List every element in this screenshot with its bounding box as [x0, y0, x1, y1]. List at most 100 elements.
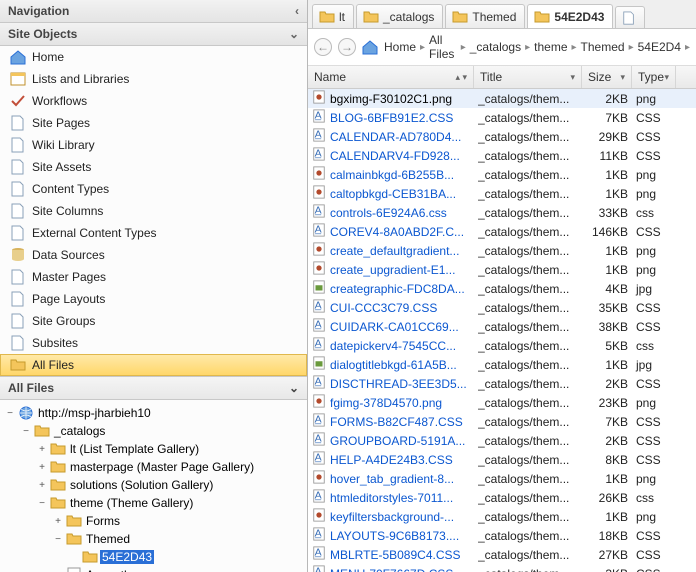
tree-item[interactable]: −Themed	[4, 530, 303, 548]
tree-item[interactable]: −_catalogs	[4, 422, 303, 440]
collapse-icon[interactable]: −	[4, 407, 16, 419]
file-row[interactable]: calmainbkgd-6B255B..._catalogs/them...1K…	[308, 165, 696, 184]
collapse-icon[interactable]: −	[36, 497, 48, 509]
expand-icon[interactable]: +	[36, 479, 48, 491]
file-row[interactable]: fgimg-378D4570.png_catalogs/them...23KBp…	[308, 393, 696, 412]
sidebar-item-workflows[interactable]: Workflows	[0, 90, 307, 112]
navigation-header[interactable]: Navigation ‹	[0, 0, 307, 23]
tree-item[interactable]: −theme (Theme Gallery)	[4, 494, 303, 512]
file-row[interactable]: CUIDARK-CA01CC69..._catalogs/them...38KB…	[308, 317, 696, 336]
sidebar-item-external-content-types[interactable]: External Content Types	[0, 222, 307, 244]
breadcrumb-item[interactable]: Themed	[581, 40, 625, 54]
file-row[interactable]: CUI-CCC3C79.CSS_catalogs/them...35KBCSS	[308, 298, 696, 317]
file-row[interactable]: MBLRTE-5B089C4.CSS_catalogs/them...27KBC…	[308, 545, 696, 564]
all-files-header[interactable]: All Files ⌄	[0, 376, 307, 400]
breadcrumb-item[interactable]: 54E2D4	[638, 40, 681, 54]
expand-icon[interactable]: +	[36, 461, 48, 473]
file-name-link[interactable]: htmleditorstyles-7011...	[330, 491, 453, 505]
tree-item[interactable]: +solutions (Solution Gallery)	[4, 476, 303, 494]
file-row[interactable]: MENU-70F7667D.CSS_catalogs/them...3KBCSS	[308, 564, 696, 572]
sidebar-item-master-pages[interactable]: Master Pages	[0, 266, 307, 288]
file-name-link[interactable]: controls-6E924A6.css	[330, 206, 447, 220]
back-button[interactable]: ←	[314, 38, 332, 56]
file-name-link[interactable]: LAYOUTS-9C6B8173....	[330, 529, 459, 543]
column-header-size[interactable]: Size▾	[582, 66, 632, 88]
tab-54e2d43[interactable]: 54E2D43	[527, 4, 613, 28]
file-name-link[interactable]: CUIDARK-CA01CC69...	[330, 320, 459, 334]
sidebar-item-all-files[interactable]: All Files	[0, 354, 307, 376]
file-row[interactable]: controls-6E924A6.css_catalogs/them...33K…	[308, 203, 696, 222]
file-name-link[interactable]: datepickerv4-7545CC...	[330, 339, 456, 353]
file-row[interactable]: create_defaultgradient..._catalogs/them.…	[308, 241, 696, 260]
file-name-link[interactable]: BLOG-6BFB91E2.CSS	[330, 111, 453, 125]
file-name-link[interactable]: CALENDAR-AD780D4...	[330, 130, 461, 144]
breadcrumb-item[interactable]: _catalogs	[470, 40, 521, 54]
file-name-link[interactable]: keyfiltersbackground-...	[330, 510, 454, 524]
sidebar-item-site-groups[interactable]: Site Groups	[0, 310, 307, 332]
file-name-link[interactable]: DISCTHREAD-3EE3D5...	[330, 377, 467, 391]
file-name-link[interactable]: HELP-A4DE24B3.CSS	[330, 453, 453, 467]
file-row[interactable]: dialogtitlebkgd-61A5B..._catalogs/them..…	[308, 355, 696, 374]
file-row[interactable]: creategraphic-FDC8DA..._catalogs/them...…	[308, 279, 696, 298]
breadcrumb-item[interactable]: All Files	[429, 33, 457, 61]
file-name-link[interactable]: calmainbkgd-6B255B...	[330, 168, 454, 182]
sidebar-item-page-layouts[interactable]: Page Layouts	[0, 288, 307, 310]
file-row[interactable]: LAYOUTS-9C6B8173...._catalogs/them...18K…	[308, 526, 696, 545]
file-row[interactable]: DISCTHREAD-3EE3D5..._catalogs/them...2KB…	[308, 374, 696, 393]
file-row[interactable]: keyfiltersbackground-..._catalogs/them..…	[308, 507, 696, 526]
breadcrumb-item[interactable]: Home	[384, 40, 416, 54]
file-row[interactable]: bgximg-F30102C1.png_catalogs/them...2KBp…	[308, 89, 696, 108]
file-row[interactable]: create_upgradient-E1..._catalogs/them...…	[308, 260, 696, 279]
file-name-link[interactable]: creategraphic-FDC8DA...	[330, 282, 465, 296]
sidebar-item-subsites[interactable]: Subsites	[0, 332, 307, 354]
file-row[interactable]: htmleditorstyles-7011..._catalogs/them..…	[308, 488, 696, 507]
file-row[interactable]: HELP-A4DE24B3.CSS_catalogs/them...8KBCSS	[308, 450, 696, 469]
tree-item[interactable]: +Forms	[4, 512, 303, 530]
file-row[interactable]: BLOG-6BFB91E2.CSS_catalogs/them...7KBCSS	[308, 108, 696, 127]
column-header-type[interactable]: Type▾	[632, 66, 676, 88]
expand-icon[interactable]: +	[52, 515, 64, 527]
file-row[interactable]: caltopbkgd-CEB31BA..._catalogs/them...1K…	[308, 184, 696, 203]
file-row[interactable]: CALENDARV4-FD928..._catalogs/them...11KB…	[308, 146, 696, 165]
file-name-link[interactable]: bgximg-F30102C1.png	[330, 92, 452, 106]
tree-item[interactable]: 54E2D43	[4, 548, 303, 566]
file-name-link[interactable]: GROUPBOARD-5191A...	[330, 434, 465, 448]
tree-item[interactable]: Azure.thmx	[4, 566, 303, 572]
sidebar-item-site-columns[interactable]: Site Columns	[0, 200, 307, 222]
sidebar-item-data-sources[interactable]: Data Sources	[0, 244, 307, 266]
file-name-link[interactable]: COREV4-8A0ABD2F.C...	[330, 225, 464, 239]
file-row[interactable]: datepickerv4-7545CC..._catalogs/them...5…	[308, 336, 696, 355]
sidebar-item-lists-and-libraries[interactable]: Lists and Libraries	[0, 68, 307, 90]
forward-button[interactable]: →	[338, 38, 356, 56]
tab-_catalogs[interactable]: _catalogs	[356, 4, 443, 28]
expand-icon[interactable]: +	[36, 443, 48, 455]
file-row[interactable]: FORMS-B82CF487.CSS_catalogs/them...7KBCS…	[308, 412, 696, 431]
file-name-link[interactable]: MBLRTE-5B089C4.CSS	[330, 548, 461, 562]
sidebar-item-site-pages[interactable]: Site Pages	[0, 112, 307, 134]
file-name-link[interactable]: hover_tab_gradient-8...	[330, 472, 454, 486]
file-name-link[interactable]: caltopbkgd-CEB31BA...	[330, 187, 456, 201]
collapse-icon[interactable]: −	[20, 425, 32, 437]
file-name-link[interactable]: dialogtitlebkgd-61A5B...	[330, 358, 457, 372]
sidebar-item-wiki-library[interactable]: Wiki Library	[0, 134, 307, 156]
file-name-link[interactable]: create_defaultgradient...	[330, 244, 459, 258]
tab-lt[interactable]: lt	[312, 4, 354, 28]
sidebar-item-home[interactable]: Home	[0, 46, 307, 68]
file-row[interactable]: COREV4-8A0ABD2F.C..._catalogs/them...146…	[308, 222, 696, 241]
sidebar-item-content-types[interactable]: Content Types	[0, 178, 307, 200]
file-name-link[interactable]: MENU-70F7667D.CSS	[330, 567, 453, 572]
tree-item[interactable]: +lt (List Template Gallery)	[4, 440, 303, 458]
file-row[interactable]: hover_tab_gradient-8..._catalogs/them...…	[308, 469, 696, 488]
tree-item[interactable]: +masterpage (Master Page Gallery)	[4, 458, 303, 476]
file-name-link[interactable]: create_upgradient-E1...	[330, 263, 455, 277]
file-name-link[interactable]: CUI-CCC3C79.CSS	[330, 301, 437, 315]
file-row[interactable]: CALENDAR-AD780D4..._catalogs/them...29KB…	[308, 127, 696, 146]
tree-item[interactable]: −http://msp-jharbieh10	[4, 404, 303, 422]
sidebar-item-site-assets[interactable]: Site Assets	[0, 156, 307, 178]
file-name-link[interactable]: FORMS-B82CF487.CSS	[330, 415, 463, 429]
column-header-name[interactable]: Name▴ ▾	[308, 66, 474, 88]
file-name-link[interactable]: fgimg-378D4570.png	[330, 396, 442, 410]
site-objects-header[interactable]: Site Objects ⌄	[0, 23, 307, 46]
file-row[interactable]: GROUPBOARD-5191A..._catalogs/them...2KBC…	[308, 431, 696, 450]
breadcrumb-item[interactable]: theme	[534, 40, 567, 54]
